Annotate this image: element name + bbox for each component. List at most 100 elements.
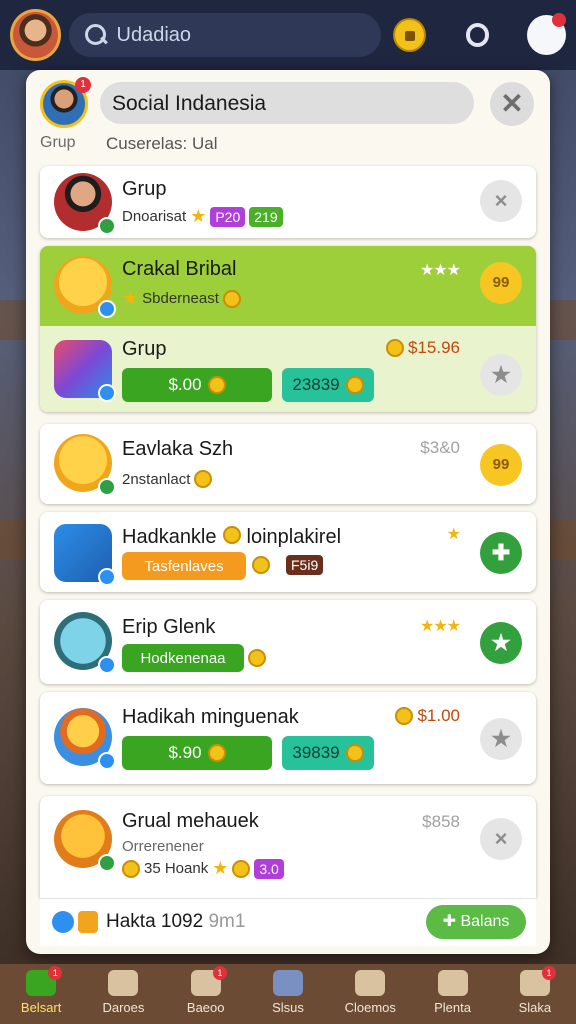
lion-icon <box>54 810 116 872</box>
fish-icon <box>54 612 116 674</box>
nav-item-slsus[interactable]: Slsus <box>247 964 329 1024</box>
social-modal: 1 Grup Social Indanesia Cuserelas: Ual ✕… <box>26 70 550 954</box>
star-icon: ★ <box>190 206 207 226</box>
remove-button[interactable]: × <box>480 180 522 222</box>
chest-icon <box>108 970 139 996</box>
nav-label: Slsus <box>272 1000 304 1015</box>
my-avatar[interactable]: 1 <box>40 77 91 128</box>
list-item[interactable]: Grup Dnoarisat ★ P20 219 × <box>40 166 536 238</box>
list-item[interactable]: Erip Glenk Hodkenenaa ★★★ ★ <box>40 600 536 684</box>
nav-label: Baeoo <box>186 1000 225 1015</box>
coin-icon <box>194 470 213 488</box>
bottom-nav: Belsart 1 Daroes Baeoo 1 Slsus Cloemos P… <box>0 964 576 1024</box>
nav-item-baeoo[interactable]: Baeoo 1 <box>165 964 247 1024</box>
check-icon <box>98 384 116 402</box>
buy-button[interactable]: $.00 <box>122 368 272 402</box>
chat-button[interactable]: 99 <box>480 444 522 486</box>
bar-text: Tasfenlaves <box>144 557 224 575</box>
star-icon: ★ <box>446 526 461 543</box>
check-icon <box>98 217 116 235</box>
favorite-button[interactable]: ★ <box>480 718 522 760</box>
coin-icon <box>395 707 414 725</box>
trade-button[interactable]: 23839 <box>282 368 374 402</box>
coin-icon <box>345 744 364 762</box>
coin-icon <box>232 859 251 878</box>
close-button[interactable]: ✕ <box>490 82 534 126</box>
coin-icon <box>386 339 404 357</box>
top-bar: Udadiao <box>0 0 576 70</box>
coin-icon <box>207 376 226 394</box>
list-item[interactable]: Grual mehauek Orrerenener 35 Hoank ★ 3.0… <box>40 796 536 898</box>
star-icon: ★ <box>122 288 139 308</box>
list-item[interactable]: Hadkankle loinplakirel Tasfenlaves F5i9 … <box>40 512 536 592</box>
profile-icon[interactable] <box>527 13 566 55</box>
coin-icon <box>252 556 270 574</box>
item-name-row: Hadkankle loinplakirel <box>122 526 341 549</box>
favorite-button[interactable]: ★ <box>480 354 522 396</box>
status-bar[interactable]: Tasfenlaves <box>122 552 246 580</box>
nav-badge: 1 <box>212 966 227 980</box>
rating-stars: ★★★ <box>419 618 461 635</box>
add-button[interactable]: ✚ <box>480 532 522 574</box>
nav-item-daroes[interactable]: Daroes <box>82 964 164 1024</box>
list-item[interactable]: Hadikah minguenak $1.00 $.90 39839 ★ <box>40 692 536 784</box>
item-price: $3&0 <box>420 438 460 458</box>
trade-button[interactable]: 39839 <box>282 736 374 770</box>
doll-icon <box>54 708 116 770</box>
chat-button[interactable]: 99 <box>480 262 522 304</box>
value-pill: F5i9 <box>286 555 324 575</box>
footer-muted-text: 9m1 <box>208 911 246 932</box>
remove-button[interactable]: × <box>480 818 522 860</box>
bar-text: 39839 <box>292 743 340 762</box>
balance-button[interactable]: ✚ Balans <box>426 905 526 939</box>
bear-icon <box>54 256 116 318</box>
nav-item-slaka[interactable]: Slaka 1 <box>494 964 576 1024</box>
search-input[interactable]: Udadiao <box>68 13 381 57</box>
nav-item-plenta[interactable]: Plenta <box>411 964 493 1024</box>
tent-icon <box>355 970 386 996</box>
nav-label: Slaka <box>518 1000 552 1015</box>
status-bar[interactable]: Hodkenenaa <box>122 644 244 672</box>
avatar-icon[interactable] <box>10 9 61 61</box>
check-icon <box>98 656 116 674</box>
favorite-button[interactable]: ★ <box>480 622 522 664</box>
footer-main-text: Hakta 1092 <box>106 911 204 932</box>
nav-item-cloemos[interactable]: Cloemos <box>329 964 411 1024</box>
meta-text: Sbderneast <box>142 290 219 307</box>
notebook-icon <box>54 524 116 586</box>
meta-text: 35 Hoank <box>144 860 209 877</box>
nav-label: Plenta <box>434 1000 471 1015</box>
check-icon <box>98 478 116 496</box>
coin-icon <box>248 649 266 667</box>
nav-label: Daroes <box>102 1000 145 1015</box>
item-name: Erip Glenk <box>122 616 216 638</box>
list-item[interactable]: Eavlaka Szh 2nstanlact $3&0 99 <box>40 424 536 504</box>
plant-icon <box>437 970 468 996</box>
lock-icon[interactable] <box>392 18 426 52</box>
nav-badge: 1 <box>48 966 63 980</box>
buy-button[interactable]: $.90 <box>122 736 272 770</box>
modal-subtitle: Cuserelas: Ual <box>106 134 218 153</box>
ring-icon[interactable] <box>465 23 490 47</box>
check-icon <box>98 854 116 872</box>
nav-badge: 1 <box>541 966 556 980</box>
item-name-secondary: loinplakirel <box>246 526 342 548</box>
nav-item-belsart[interactable]: Belsart 1 <box>0 964 82 1024</box>
plus-icon: ✚ <box>442 913 461 930</box>
level-pill: P20 <box>210 206 246 227</box>
coin-icon <box>345 376 364 394</box>
item-name: Hadikah minguenak <box>122 706 299 728</box>
meta-text: Dnoarisat <box>122 208 187 225</box>
coin-icon <box>222 526 241 544</box>
highlighted-group[interactable]: Crakal Bribal ★ Sbderneast ★★★ 99 Grup $… <box>40 246 536 412</box>
check-icon <box>98 300 116 318</box>
search-text: Udadiao <box>116 23 192 46</box>
member-avatar <box>54 173 116 235</box>
price-text: $1.00 <box>417 706 460 725</box>
bar-text: Hodkenenaa <box>140 649 226 667</box>
bear-icon <box>54 434 116 496</box>
coin-icon <box>207 744 226 762</box>
coin-icon <box>222 289 241 308</box>
bar-text: $.90 <box>168 743 202 762</box>
bar-text: $.00 <box>168 375 202 394</box>
